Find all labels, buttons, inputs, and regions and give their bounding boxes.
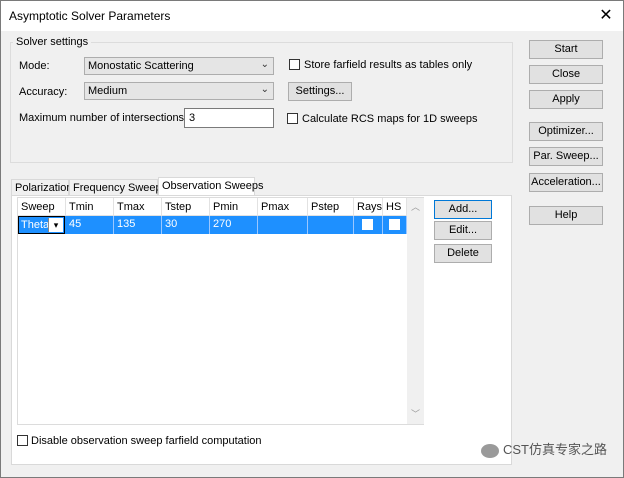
acceleration-button[interactable]: Acceleration... bbox=[529, 173, 603, 192]
optimizer-button[interactable]: Optimizer... bbox=[529, 122, 603, 141]
delete-button[interactable]: Delete bbox=[434, 244, 492, 263]
chevron-down-icon: ⌄ bbox=[260, 84, 269, 95]
max-intersections-label: Maximum number of intersections: bbox=[19, 112, 188, 124]
tab-polarization[interactable]: Polarization bbox=[11, 179, 72, 196]
edit-button[interactable]: Edit... bbox=[434, 221, 492, 240]
solver-settings-label: Solver settings bbox=[13, 36, 92, 48]
vertical-scrollbar[interactable]: ︿ ﹀ bbox=[407, 198, 424, 424]
wechat-logo-icon bbox=[480, 443, 499, 458]
rays-checkbox[interactable] bbox=[362, 219, 373, 230]
close-button[interactable]: Close bbox=[529, 65, 603, 84]
table-row[interactable]: Theta ▾ 45 135 30 270 bbox=[18, 216, 407, 234]
column-header-hs[interactable]: HS bbox=[383, 198, 407, 216]
column-header-pmin[interactable]: Pmin bbox=[210, 198, 258, 216]
settings-button[interactable]: Settings... bbox=[288, 82, 352, 101]
dropdown-arrow-icon[interactable]: ▾ bbox=[48, 218, 63, 232]
tab-frequency-sweeps[interactable]: Frequency Sweeps bbox=[69, 179, 167, 196]
tmin-cell[interactable]: 45 bbox=[66, 216, 114, 234]
help-button[interactable]: Help bbox=[529, 206, 603, 225]
store-farfield-checkbox[interactable] bbox=[289, 59, 300, 70]
tstep-cell[interactable]: 30 bbox=[162, 216, 210, 234]
pstep-cell[interactable] bbox=[308, 216, 354, 234]
mode-dropdown[interactable]: Monostatic Scattering ⌄ bbox=[84, 57, 274, 75]
column-header-pmax[interactable]: Pmax bbox=[258, 198, 308, 216]
calc-rcs-label: Calculate RCS maps for 1D sweeps bbox=[302, 113, 478, 125]
tmax-cell[interactable]: 135 bbox=[114, 216, 162, 234]
column-header-pstep[interactable]: Pstep bbox=[308, 198, 354, 216]
title-bar: Asymptotic Solver Parameters ✕ bbox=[1, 1, 623, 31]
watermark: CST仿真专家之路 bbox=[480, 439, 607, 458]
sweep-value: Theta bbox=[21, 219, 50, 231]
window-title: Asymptotic Solver Parameters bbox=[9, 9, 171, 23]
accuracy-label: Accuracy: bbox=[19, 86, 68, 98]
column-header-sweep[interactable]: Sweep bbox=[18, 198, 66, 216]
store-farfield-label: Store farfield results as tables only bbox=[304, 59, 473, 71]
disable-farfield-label: Disable observation sweep farfield compu… bbox=[31, 435, 262, 447]
pmin-cell[interactable]: 270 bbox=[210, 216, 258, 234]
chevron-down-icon: ⌄ bbox=[260, 59, 269, 70]
add-button[interactable]: Add... bbox=[434, 200, 492, 219]
watermark-text: CST仿真专家之路 bbox=[502, 442, 607, 457]
column-header-tmin[interactable]: Tmin bbox=[66, 198, 114, 216]
column-header-rays[interactable]: Rays bbox=[354, 198, 383, 216]
tab-observation-sweeps[interactable]: Observation Sweeps bbox=[158, 177, 264, 196]
max-intersections-value: 3 bbox=[189, 112, 196, 124]
mode-value: Monostatic Scattering bbox=[88, 60, 194, 72]
mode-label: Mode: bbox=[19, 60, 50, 72]
column-header-tmax[interactable]: Tmax bbox=[114, 198, 162, 216]
pmax-cell[interactable] bbox=[258, 216, 308, 234]
close-icon[interactable]: ✕ bbox=[597, 7, 615, 25]
accuracy-dropdown[interactable]: Medium ⌄ bbox=[84, 82, 274, 100]
scroll-up-icon[interactable]: ︿ bbox=[411, 200, 420, 213]
column-header-tstep[interactable]: Tstep bbox=[162, 198, 210, 216]
rays-cell bbox=[354, 216, 383, 234]
par-sweep-button[interactable]: Par. Sweep... bbox=[529, 147, 603, 166]
start-button[interactable]: Start bbox=[529, 40, 603, 59]
sweep-table: Sweep Tmin Tmax Tstep Pmin Pmax Pstep Ra… bbox=[17, 197, 424, 425]
sweep-combo[interactable]: Theta ▾ bbox=[18, 216, 65, 234]
disable-farfield-checkbox[interactable] bbox=[17, 435, 28, 446]
max-intersections-field[interactable]: 3 bbox=[184, 108, 274, 128]
dialog-window: Asymptotic Solver Parameters ✕ Solver se… bbox=[0, 0, 624, 478]
scroll-down-icon[interactable]: ﹀ bbox=[411, 407, 420, 420]
apply-button[interactable]: Apply bbox=[529, 90, 603, 109]
accuracy-value: Medium bbox=[88, 85, 128, 97]
calc-rcs-checkbox[interactable] bbox=[287, 113, 298, 124]
hs-checkbox[interactable] bbox=[389, 219, 400, 230]
hs-cell bbox=[383, 216, 407, 234]
